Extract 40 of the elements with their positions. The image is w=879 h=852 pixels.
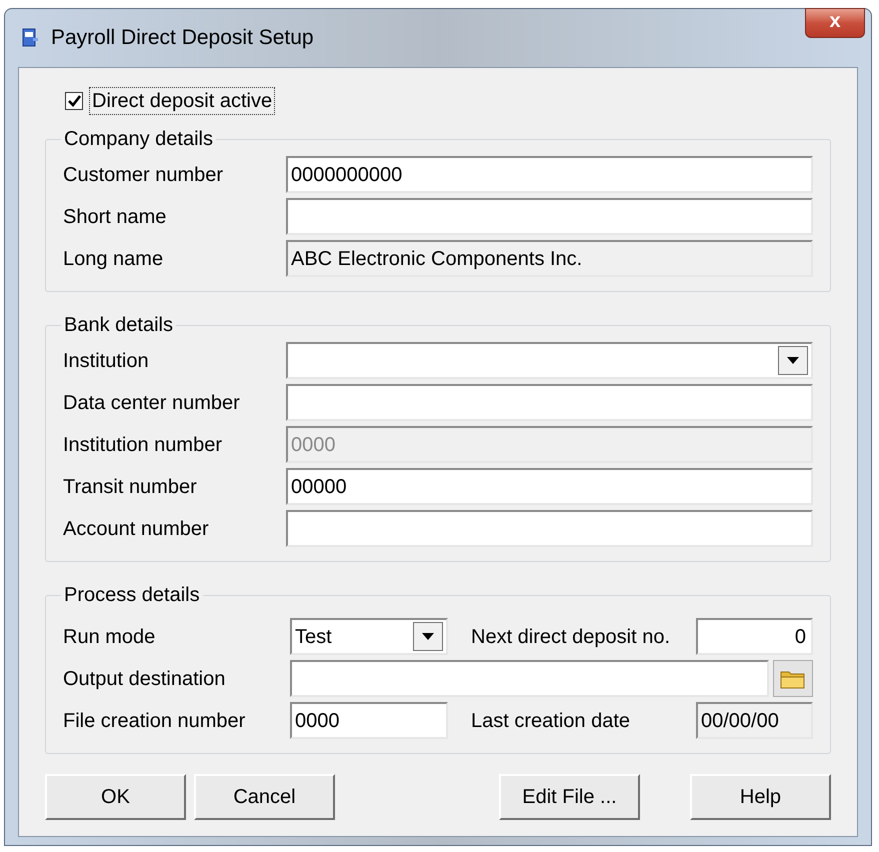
input-field[interactable]: 0000 — [290, 702, 448, 739]
input-field[interactable] — [290, 660, 769, 697]
input-field: 00/00/00 — [696, 702, 813, 739]
app-icon — [21, 28, 39, 48]
dropdown-field[interactable] — [286, 342, 813, 379]
field-label: Output destination — [63, 666, 226, 692]
checkbox-label[interactable]: Direct deposit active — [89, 87, 276, 115]
window-title: Payroll Direct Deposit Setup — [51, 25, 314, 52]
input-field[interactable]: 0 — [696, 618, 813, 655]
field-label: Last creation date — [471, 708, 631, 734]
folder-icon — [780, 668, 806, 688]
close-button[interactable]: x — [805, 8, 865, 38]
input-field: 0000 — [286, 426, 813, 463]
group-title: Company details — [63, 127, 214, 152]
input-field: ABC Electronic Components Inc. — [286, 240, 813, 277]
checkbox[interactable] — [65, 92, 83, 110]
dropdown-field[interactable]: Test — [290, 618, 448, 655]
field-label: Institution — [63, 348, 150, 374]
group-title: Bank details — [63, 313, 174, 338]
dialog-button[interactable]: Edit File ... — [499, 774, 640, 820]
input-field[interactable]: 00000 — [286, 468, 813, 505]
dialog-button[interactable]: Cancel — [194, 774, 335, 820]
input-field[interactable] — [286, 198, 813, 235]
field-label: Data center number — [63, 390, 241, 416]
field-label: Institution number — [63, 432, 223, 458]
input-field[interactable] — [286, 510, 813, 547]
dialog-button[interactable]: Help — [690, 774, 831, 820]
input-field[interactable]: 0000000000 — [286, 156, 813, 193]
field-label: Long name — [63, 246, 164, 272]
group-title: Process details — [63, 583, 201, 608]
dialog-button[interactable]: OK — [45, 774, 186, 820]
input-field[interactable] — [286, 384, 813, 421]
field-label: Next direct deposit no. — [471, 624, 671, 650]
field-label: Run mode — [63, 624, 156, 650]
field-label: File creation number — [63, 708, 246, 734]
field-label: Transit number — [63, 474, 198, 500]
field-label: Account number — [63, 516, 210, 542]
field-label: Customer number — [63, 162, 224, 188]
field-label: Short name — [63, 204, 168, 230]
browse-folder-button[interactable] — [773, 660, 813, 697]
